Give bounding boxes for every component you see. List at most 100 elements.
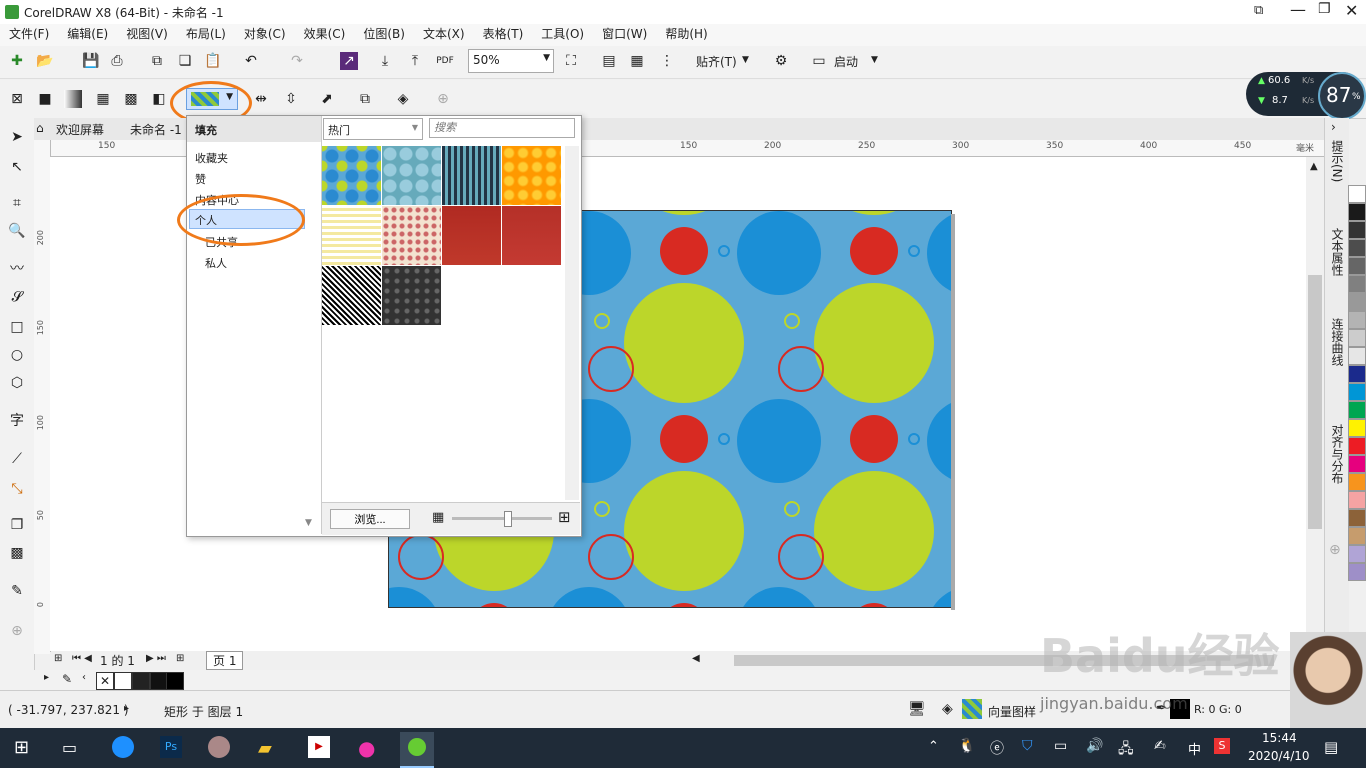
menu-item[interactable]: 效果(C) [295, 24, 355, 44]
palette-swatch[interactable] [1348, 491, 1366, 509]
launch-menu[interactable]: 启动 [834, 53, 858, 70]
palette-swatch[interactable] [1348, 203, 1366, 221]
palette-swatch[interactable] [1348, 221, 1366, 239]
next-page-icon[interactable]: ▶ ⏭ [146, 653, 166, 664]
artistic-media-icon[interactable]: 𝓢 [8, 288, 26, 306]
save-icon[interactable]: 💾 [82, 52, 100, 70]
ime-indicator[interactable]: 中 [1188, 739, 1201, 758]
copy-icon[interactable]: ❏ [176, 52, 194, 70]
edit-fill-icon[interactable]: ◈ [394, 90, 412, 108]
pattern-thumbnail[interactable] [322, 266, 381, 325]
chevron-down-icon[interactable]: ▼ [742, 55, 749, 65]
chevron-down-icon[interactable]: ▼ [871, 55, 878, 65]
user-app-icon[interactable] [208, 736, 230, 758]
palette-swatch[interactable] [1348, 455, 1366, 473]
no-color-swatch[interactable]: ✕ [96, 672, 114, 690]
docker-tab-hints[interactable]: 提示(N) [1329, 140, 1346, 182]
pattern-thumbnail[interactable] [442, 146, 501, 205]
menu-item[interactable]: 文本(X) [414, 24, 474, 44]
mirror-v-icon[interactable]: ⇳ [282, 90, 300, 108]
close-button[interactable]: ✕ [1345, 1, 1358, 20]
menu-item[interactable]: 工具(O) [532, 24, 593, 44]
add-page-icon[interactable]: ⊞ [176, 653, 184, 664]
menu-item[interactable]: 帮助(H) [656, 24, 716, 44]
palette-swatch[interactable] [1348, 185, 1366, 203]
docker-tab-align[interactable]: 对齐与分布 [1329, 424, 1346, 484]
menu-item[interactable]: 窗口(W) [593, 24, 656, 44]
pattern-thumbnail[interactable] [382, 266, 441, 325]
pattern-thumbnail[interactable] [382, 146, 441, 205]
freehand-tool-icon[interactable]: 〰 [8, 260, 26, 278]
polygon-tool-icon[interactable]: ⬡ [8, 374, 26, 392]
menu-item[interactable]: 位图(B) [354, 24, 414, 44]
pattern-thumbnail[interactable] [502, 146, 561, 205]
first-page-icon[interactable]: ⊞ [54, 653, 62, 664]
palette-swatch[interactable] [1348, 311, 1366, 329]
tree-item-liked[interactable]: 赞 [195, 171, 206, 187]
browse-button[interactable]: 浏览... [330, 509, 410, 529]
zoom-tool-icon[interactable]: 🔍 [8, 222, 26, 240]
dimension-tool-icon[interactable]: ⟋ [8, 450, 26, 468]
palette-swatch[interactable] [1348, 545, 1366, 563]
restore-icon[interactable]: ⧉ [1254, 3, 1263, 18]
large-thumbnails-icon[interactable]: ⊞ [558, 508, 571, 526]
tree-item-favorites[interactable]: 收藏夹 [195, 150, 228, 166]
shape-tool-icon[interactable]: ↖ [8, 158, 26, 176]
pdf-icon[interactable]: PDF [436, 52, 454, 70]
page-tab[interactable]: 页 1 [206, 651, 244, 670]
palette-swatch[interactable] [1348, 437, 1366, 455]
palette-swatch[interactable] [1348, 473, 1366, 491]
full-screen-icon[interactable]: ⛶ [562, 52, 580, 70]
category-select[interactable]: 热门 ▼ [323, 118, 423, 140]
pattern-thumbnail[interactable] [442, 206, 501, 265]
guidelines-icon[interactable]: ⋮ [658, 52, 676, 70]
palette-swatch[interactable] [1348, 365, 1366, 383]
coreldraw-icon[interactable] [400, 732, 434, 768]
transparency-tool-icon[interactable]: ▩ [8, 544, 26, 562]
grid-icon[interactable]: ▦ [628, 52, 646, 70]
new-document-icon[interactable]: ✚ [8, 52, 26, 70]
photoshop-icon[interactable]: Ps [160, 736, 182, 758]
clock-time[interactable]: 15:44 [1262, 731, 1297, 745]
gear-icon[interactable]: ⚙ [772, 52, 790, 70]
expand-icon[interactable]: ▸ [44, 672, 49, 683]
eyedropper-icon[interactable]: ✎ [62, 672, 72, 686]
open-folder-icon[interactable]: 📂 [36, 52, 54, 70]
vertical-scrollbar[interactable]: ▲ [1306, 157, 1324, 651]
export-icon[interactable]: ⤒ [406, 52, 424, 70]
browser-icon[interactable] [112, 736, 134, 758]
palette-swatch[interactable] [1348, 257, 1366, 275]
search-content-icon[interactable]: ↗ [340, 52, 358, 70]
pattern-thumbnail[interactable] [502, 206, 561, 265]
volume-icon[interactable]: 🔊 [1086, 738, 1103, 754]
minimize-button[interactable]: — [1290, 0, 1306, 19]
no-fill-icon[interactable]: ⊠ [8, 90, 26, 108]
color-proof-icon[interactable]: 🖥 [908, 701, 926, 717]
pattern-thumbnail[interactable] [382, 206, 441, 265]
palette-swatch[interactable] [1348, 563, 1366, 581]
palette-swatch[interactable] [1348, 275, 1366, 293]
rectangle-tool-icon[interactable]: □ [8, 318, 26, 336]
undo-icon[interactable]: ↶ [242, 52, 260, 70]
print-icon[interactable]: ⎙ [108, 52, 126, 70]
battery-icon[interactable]: ▭ [1054, 738, 1067, 754]
paint-icon[interactable]: ● [358, 736, 375, 760]
redo-icon[interactable]: ↷ [288, 52, 306, 70]
white-swatch[interactable] [114, 672, 132, 690]
palette-swatch[interactable] [1348, 383, 1366, 401]
tree-item-private[interactable]: 私人 [205, 255, 227, 271]
search-input[interactable] [429, 118, 575, 138]
palette-swatch[interactable] [1348, 527, 1366, 545]
scroll-thumb[interactable] [1308, 275, 1322, 529]
popup-scrollbar[interactable] [565, 146, 579, 500]
zoom-select[interactable]: 50% ▼ [468, 49, 554, 73]
chevron-up-icon[interactable]: ▲ [1310, 161, 1318, 172]
vector-pattern-icon[interactable]: ▦ [94, 90, 112, 108]
docker-tab-connector[interactable]: 连接曲线 [1329, 318, 1346, 366]
slider-thumb[interactable] [504, 511, 512, 527]
add-tool-icon[interactable]: ⊕ [8, 622, 26, 640]
qq-icon[interactable]: 🐧 [958, 738, 975, 754]
shield-icon[interactable]: ⛉ [1022, 738, 1033, 754]
menu-item[interactable]: 布局(L) [177, 24, 235, 44]
chevron-up-icon[interactable]: ⌃ [928, 739, 939, 754]
